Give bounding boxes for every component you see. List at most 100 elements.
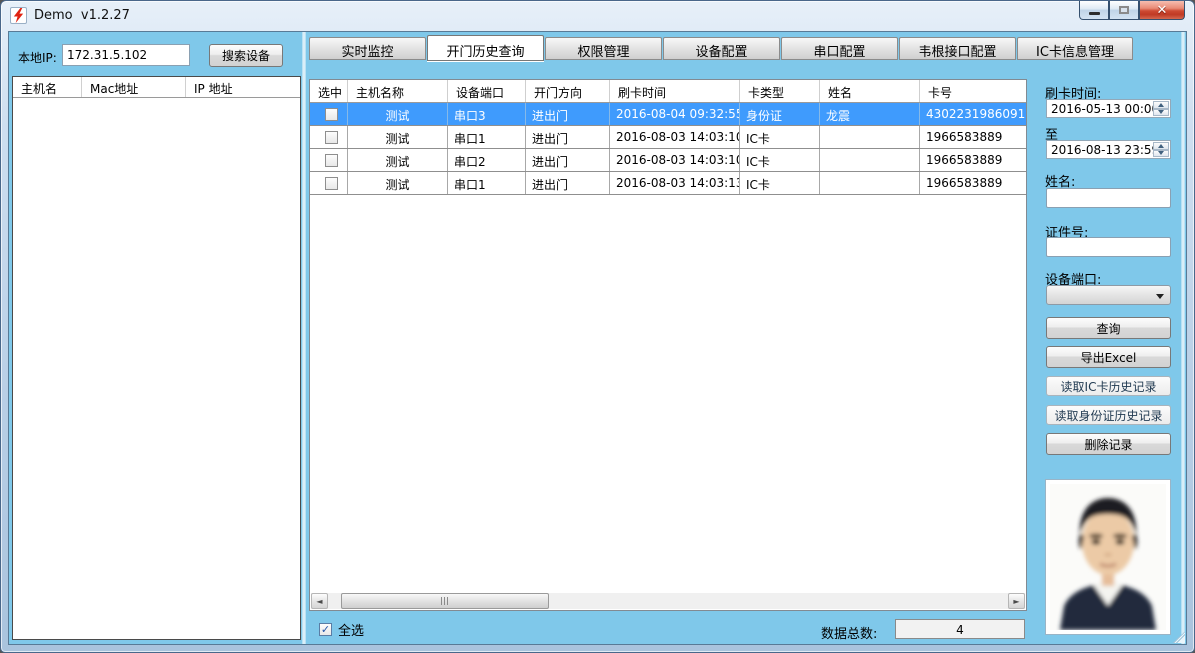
id-number-input[interactable] xyxy=(1046,237,1171,257)
col-card-type: 卡类型 xyxy=(740,80,820,102)
app-lightning-icon xyxy=(10,7,27,24)
app-window: Demo v1.2.27 ✕ 本地IP: 搜索设备 主机名 Mac地址 IP 地… xyxy=(0,0,1195,653)
select-all-label: 全选 xyxy=(338,620,364,639)
maximize-button[interactable] xyxy=(1109,1,1139,20)
device-port-select[interactable] xyxy=(1046,285,1171,305)
cell-port: 串口1 xyxy=(448,126,526,148)
time-to-value: 2016-08-13 23:59 xyxy=(1051,143,1159,157)
cell-card-type: IC卡 xyxy=(740,149,820,171)
spin-down-icon[interactable] xyxy=(1153,150,1169,158)
export-excel-button[interactable]: 导出Excel xyxy=(1046,346,1171,368)
cell-direction: 进出门 xyxy=(526,149,610,171)
device-col-mac: Mac地址 xyxy=(82,77,186,97)
total-count-label: 数据总数: xyxy=(821,623,877,642)
row-checkbox-cell xyxy=(310,149,348,171)
device-list[interactable]: 主机名 Mac地址 IP 地址 xyxy=(12,76,301,640)
close-icon: ✕ xyxy=(1157,3,1168,18)
main-area: 实时监控 开门历史查询 权限管理 设备配置 串口配置 韦根接口配置 IC卡信息管… xyxy=(307,32,1032,644)
delete-records-button[interactable]: 删除记录 xyxy=(1046,433,1171,455)
col-swipe-time: 刷卡时间 xyxy=(610,80,740,102)
local-ip-input[interactable] xyxy=(62,44,190,66)
spin-up-icon[interactable] xyxy=(1153,142,1169,150)
id-photo-frame xyxy=(1045,479,1171,635)
cell-port: 串口3 xyxy=(448,103,526,125)
cell-card-type: 身份证 xyxy=(740,103,820,125)
time-from-value: 2016-05-13 00:00 xyxy=(1051,102,1159,116)
cell-host: 测试 xyxy=(348,172,448,194)
select-all[interactable]: 全选 xyxy=(319,620,364,639)
footer-bar: 全选 数据总数: 4 xyxy=(309,616,1027,642)
row-checkbox-cell xyxy=(310,103,348,125)
col-name: 姓名 xyxy=(820,80,920,102)
minimize-button[interactable] xyxy=(1079,1,1109,20)
title-bar[interactable]: Demo v1.2.27 ✕ xyxy=(1,1,1194,31)
history-table-header: 选中 主机名称 设备端口 开门方向 刷卡时间 卡类型 姓名 卡号 xyxy=(310,80,1026,103)
col-host-name: 主机名称 xyxy=(348,80,448,102)
read-id-history-button[interactable]: 读取身份证历史记录 xyxy=(1046,405,1171,425)
cell-card-type: IC卡 xyxy=(740,172,820,194)
right-filter-panel: 刷卡时间: 2016-05-13 00:00 至 2016-08-13 23:5… xyxy=(1037,32,1187,644)
minimize-icon xyxy=(1089,12,1100,15)
table-row[interactable]: 测试 串口2 进出门 2016-08-03 14:03:10 IC卡 19665… xyxy=(310,149,1026,172)
client-area: 本地IP: 搜索设备 主机名 Mac地址 IP 地址 实时监控 开门历史查询 权… xyxy=(8,31,1187,645)
table-row[interactable]: 测试 串口1 进出门 2016-08-03 14:03:13 IC卡 19665… xyxy=(310,172,1026,195)
history-table: 选中 主机名称 设备端口 开门方向 刷卡时间 卡类型 姓名 卡号 测试 串口3 … xyxy=(309,79,1027,611)
left-device-panel: 本地IP: 搜索设备 主机名 Mac地址 IP 地址 xyxy=(12,36,301,640)
person-photo xyxy=(1050,484,1166,630)
right-panel-edge xyxy=(1181,32,1186,644)
window-controls: ✕ xyxy=(1079,1,1185,20)
cell-time: 2016-08-03 14:03:10 xyxy=(610,126,740,148)
col-door-direction: 开门方向 xyxy=(526,80,610,102)
row-checkbox[interactable] xyxy=(325,154,338,167)
tab-permission-management[interactable]: 权限管理 xyxy=(545,37,662,60)
maximize-icon xyxy=(1119,6,1129,14)
cell-name xyxy=(820,149,920,171)
close-button[interactable]: ✕ xyxy=(1139,1,1185,20)
cell-host: 测试 xyxy=(348,149,448,171)
query-button[interactable]: 查询 xyxy=(1046,317,1171,339)
table-row[interactable]: 测试 串口1 进出门 2016-08-03 14:03:10 IC卡 19665… xyxy=(310,126,1026,149)
resize-grip[interactable] xyxy=(1173,631,1185,643)
col-device-port: 设备端口 xyxy=(448,80,526,102)
tab-device-config[interactable]: 设备配置 xyxy=(663,37,780,60)
window-title: Demo v1.2.27 xyxy=(34,8,130,23)
row-checkbox[interactable] xyxy=(325,131,338,144)
spin-down-icon[interactable] xyxy=(1153,109,1169,117)
read-ic-history-button[interactable]: 读取IC卡历史记录 xyxy=(1046,376,1171,396)
row-checkbox[interactable] xyxy=(325,108,338,121)
horizontal-scrollbar[interactable]: ◄ ► xyxy=(311,593,1025,609)
cell-name xyxy=(820,126,920,148)
cell-host: 测试 xyxy=(348,126,448,148)
tab-door-history-query[interactable]: 开门历史查询 xyxy=(427,35,544,61)
table-row[interactable]: 测试 串口3 进出门 2016-08-04 09:32:55 身份证 龙震 43… xyxy=(310,103,1026,126)
tab-bar: 实时监控 开门历史查询 权限管理 设备配置 串口配置 韦根接口配置 IC卡信息管… xyxy=(309,35,1032,61)
scrollbar-grip-icon xyxy=(441,597,450,605)
tab-wiegand-config[interactable]: 韦根接口配置 xyxy=(899,37,1016,60)
scrollbar-thumb[interactable] xyxy=(341,593,549,609)
tab-realtime-monitor[interactable]: 实时监控 xyxy=(309,37,426,60)
scroll-left-arrow-icon[interactable]: ◄ xyxy=(311,593,328,609)
cell-card-number: 1966583889 xyxy=(920,172,1026,194)
spin-up-icon[interactable] xyxy=(1153,101,1169,109)
name-input[interactable] xyxy=(1046,188,1171,208)
cell-card-number: 1966583889 xyxy=(920,126,1026,148)
cell-port: 串口2 xyxy=(448,149,526,171)
cell-name xyxy=(820,172,920,194)
row-checkbox[interactable] xyxy=(325,177,338,190)
cell-direction: 进出门 xyxy=(526,126,610,148)
col-selected: 选中 xyxy=(310,80,348,102)
cell-time: 2016-08-03 14:03:13 xyxy=(610,172,740,194)
device-col-ip: IP 地址 xyxy=(186,77,300,97)
cell-time: 2016-08-03 14:03:10 xyxy=(610,149,740,171)
search-device-button[interactable]: 搜索设备 xyxy=(209,44,283,67)
row-checkbox-cell xyxy=(310,172,348,194)
time-from-spinner xyxy=(1153,101,1169,116)
col-card-number: 卡号 xyxy=(920,80,1026,102)
time-to-picker[interactable]: 2016-08-13 23:59 xyxy=(1046,140,1171,159)
cell-card-type: IC卡 xyxy=(740,126,820,148)
scroll-right-arrow-icon[interactable]: ► xyxy=(1008,593,1025,609)
time-from-picker[interactable]: 2016-05-13 00:00 xyxy=(1046,99,1171,118)
select-all-checkbox[interactable] xyxy=(319,623,332,636)
cell-time: 2016-08-04 09:32:55 xyxy=(610,103,740,125)
tab-serial-config[interactable]: 串口配置 xyxy=(781,37,898,60)
